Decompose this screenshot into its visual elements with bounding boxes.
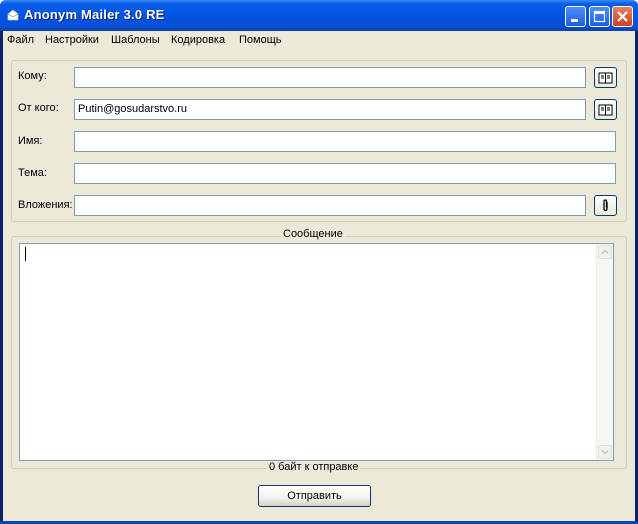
- scroll-up-button[interactable]: [598, 245, 612, 259]
- text-caret: [25, 247, 26, 261]
- client-area: Файл Настройки Шаблоны Кодировка Помощь …: [3, 31, 635, 521]
- menu-encoding[interactable]: Кодировка: [171, 34, 225, 46]
- close-icon: [617, 11, 628, 22]
- menu-settings[interactable]: Настройки: [45, 34, 99, 46]
- envelope-app-icon: [7, 9, 19, 21]
- minimize-icon: [571, 19, 578, 22]
- title-bar[interactable]: Anonym Mailer 3.0 RE: [0, 0, 638, 31]
- message-scrollbar[interactable]: [596, 244, 613, 460]
- scroll-down-button[interactable]: [598, 445, 612, 459]
- message-caption: Сообщение: [281, 228, 345, 240]
- subject-field[interactable]: [74, 163, 616, 184]
- attachments-field[interactable]: [74, 195, 586, 216]
- attach-file-button[interactable]: [594, 195, 617, 216]
- name-field[interactable]: [74, 131, 616, 152]
- app-window: Anonym Mailer 3.0 RE Файл Настройки Шабл…: [0, 0, 638, 524]
- paperclip-icon: [603, 199, 608, 212]
- maximize-icon: [593, 10, 606, 23]
- menu-file[interactable]: Файл: [7, 34, 34, 46]
- minimize-button[interactable]: [565, 6, 586, 27]
- message-body[interactable]: [19, 243, 614, 461]
- subject-label: Тема:: [18, 167, 47, 179]
- window-title: Anonym Mailer 3.0 RE: [24, 7, 165, 22]
- to-field[interactable]: [74, 67, 586, 88]
- address-book-icon: [598, 72, 613, 84]
- close-button[interactable]: [612, 6, 633, 27]
- to-label: Кому:: [18, 70, 47, 82]
- name-label: Имя:: [18, 135, 43, 147]
- chevron-up-icon: [601, 249, 609, 255]
- menu-templates[interactable]: Шаблоны: [111, 34, 160, 46]
- attachments-label: Вложения:: [18, 199, 73, 211]
- chevron-down-icon: [601, 449, 609, 455]
- from-label: От кого:: [18, 102, 59, 114]
- maximize-button[interactable]: [589, 6, 610, 27]
- to-address-book-button[interactable]: [594, 67, 617, 88]
- address-book-icon: [598, 104, 613, 116]
- send-button[interactable]: Отправить: [258, 485, 371, 507]
- from-field[interactable]: Putin@gosudarstvo.ru: [74, 99, 586, 120]
- from-address-book-button[interactable]: [594, 99, 617, 120]
- bytes-status: 0 байт к отправке: [267, 461, 361, 473]
- menu-help[interactable]: Помощь: [239, 34, 282, 46]
- menu-bar: Файл Настройки Шаблоны Кодировка Помощь: [3, 31, 635, 50]
